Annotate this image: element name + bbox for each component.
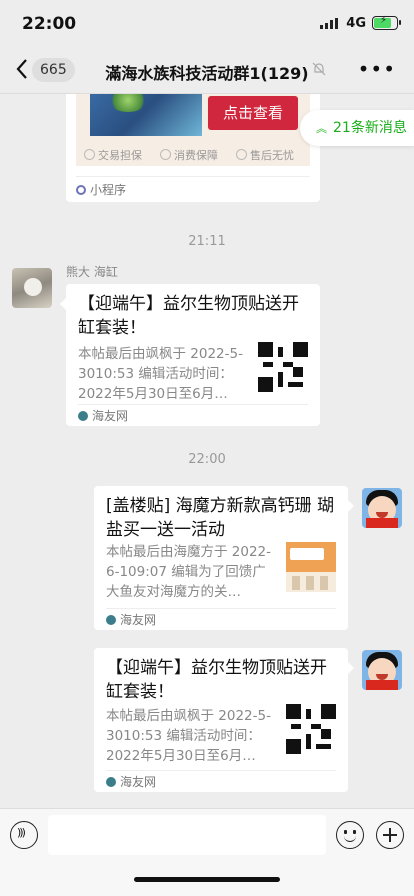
qr-code-thumbnail	[286, 704, 336, 754]
avatar[interactable]	[12, 268, 52, 308]
timestamp: 22:00	[188, 452, 226, 467]
avatar[interactable]	[362, 650, 402, 690]
coral-photo	[90, 94, 202, 136]
card-description: 本帖最后由海魔方于 2022-6-109:07 编辑为了回馈广大鱼友对海魔方的关…	[106, 544, 272, 600]
badge-item: 交易担保	[84, 147, 142, 163]
card-source: 海友网	[106, 608, 336, 630]
status-bar: 22:00 4G ⚡	[0, 0, 414, 46]
link-card-message[interactable]: 【迎端午】益尔生物顶贴送开缸套装！ 本帖最后由飒枫于 2022-5-3010:5…	[60, 284, 320, 426]
new-messages-label: 21条新消息	[333, 120, 407, 136]
source-label: 海友网	[92, 409, 129, 423]
site-icon	[106, 615, 116, 625]
source-label: 海友网	[120, 613, 157, 627]
miniprogram-banner: 点击查看	[76, 94, 310, 142]
sender-name: 熊大 海缸	[66, 265, 118, 279]
network-type: 4G	[346, 16, 366, 31]
chat-title: 滿海水族科技活动群1(129)	[105, 64, 309, 83]
card-title: 【迎端午】益尔生物顶贴送开缸套装！	[78, 294, 299, 338]
badge-item: 售后无忧	[236, 147, 294, 163]
miniprogram-icon	[76, 185, 86, 195]
view-button[interactable]: 点击查看	[208, 96, 298, 130]
message-list[interactable]: 点击查看 交易担保 消费保障 售后无忧 小程序 21:11 熊大 海缸 【迎端午…	[0, 94, 414, 808]
promo-thumbnail	[286, 542, 336, 592]
guarantee-badges: 交易担保 消费保障 售后无忧	[76, 142, 310, 166]
source-label: 海友网	[120, 775, 157, 789]
shield-icon	[160, 149, 171, 160]
input-bar	[0, 808, 414, 896]
more-options-icon[interactable]: •••	[358, 59, 396, 79]
emoji-icon[interactable]	[336, 821, 364, 849]
battery-icon: ⚡	[372, 15, 401, 30]
shield-icon	[84, 149, 95, 160]
qr-code-thumbnail	[258, 342, 308, 392]
card-description: 本帖最后由飒枫于 2022-5-3010:53 编辑活动时间：2022年5月30…	[78, 346, 243, 402]
chat-header: 665 滿海水族科技活动群1(129) •••	[0, 46, 414, 94]
card-source: 海友网	[78, 404, 308, 426]
voice-input-icon[interactable]	[10, 821, 38, 849]
site-icon	[106, 777, 116, 787]
shield-icon	[236, 149, 247, 160]
double-chevron-up-icon: ︽	[316, 122, 327, 135]
plus-icon[interactable]	[376, 821, 404, 849]
miniprogram-card[interactable]: 点击查看 交易担保 消费保障 售后无忧 小程序	[66, 94, 320, 202]
signal-icon	[320, 18, 338, 29]
miniprogram-label: 小程序	[90, 183, 127, 197]
avatar[interactable]	[362, 488, 402, 528]
site-icon	[78, 411, 88, 421]
message-input[interactable]	[48, 815, 326, 855]
link-card-message[interactable]: 【迎端午】益尔生物顶贴送开缸套装！ 本帖最后由飒枫于 2022-5-3010:5…	[94, 648, 354, 792]
badge-item: 消费保障	[160, 147, 218, 163]
card-description: 本帖最后由飒枫于 2022-5-3010:53 编辑活动时间：2022年5月30…	[106, 708, 271, 764]
link-card-message[interactable]: [盖楼贴] 海魔方新款高钙珊 瑚盐买一送一活动 本帖最后由海魔方于 2022-6…	[94, 486, 354, 630]
new-messages-indicator[interactable]: ︽ 21条新消息	[300, 110, 414, 146]
miniprogram-footer: 小程序	[76, 176, 310, 198]
status-time: 22:00	[22, 14, 77, 34]
home-indicator	[134, 877, 280, 882]
timestamp: 21:11	[188, 234, 226, 249]
mute-bell-icon	[312, 62, 326, 76]
card-source: 海友网	[106, 770, 336, 792]
card-title: [盖楼贴] 海魔方新款高钙珊 瑚盐买一送一活动	[106, 496, 335, 540]
card-title: 【迎端午】益尔生物顶贴送开缸套装！	[106, 658, 327, 702]
